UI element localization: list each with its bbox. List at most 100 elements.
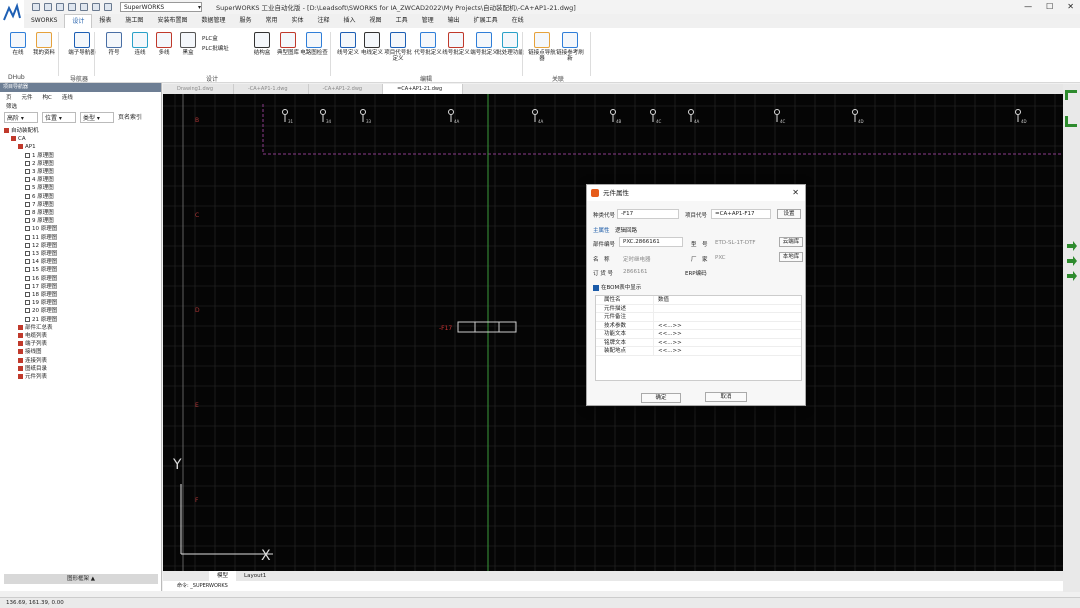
tab-1[interactable]: 设计 (64, 13, 93, 29)
props-row[interactable]: 元件描述 (596, 304, 801, 313)
ribbon-btn-20[interactable]: 链接参考刷新 (556, 32, 584, 62)
tab-0[interactable]: SWORKS (24, 14, 64, 28)
tree-item[interactable]: 19 原理图 (4, 299, 57, 307)
tree-item[interactable]: 16 原理图 (4, 275, 57, 283)
ribbon-btn-1[interactable]: 我的资料 (30, 32, 58, 56)
tree-item[interactable]: 3 原理图 (4, 168, 57, 176)
tab-10[interactable]: 插入 (337, 14, 363, 28)
open-icon[interactable] (44, 3, 52, 11)
tree-item[interactable]: 12 原理图 (4, 242, 57, 250)
tab-2[interactable]: 报表 (92, 14, 118, 28)
tree-item[interactable]: 部件汇总表 (4, 324, 57, 332)
cancel-button[interactable]: 取消 (705, 392, 747, 402)
bom-checkbox[interactable]: 在BOM表中显示 (593, 283, 641, 291)
ribbon-btn-3[interactable]: 符号 (100, 32, 128, 56)
props-row[interactable]: 功能文本 <<...>> (596, 330, 801, 339)
local-lib-button[interactable]: 本地库 (779, 252, 803, 262)
tab-7[interactable]: 常用 (258, 14, 284, 28)
tree-item[interactable]: CA (4, 135, 57, 143)
tree-item[interactable]: 6 原理图 (4, 193, 57, 201)
doc-tab-0[interactable]: Drawing1.dwg (163, 84, 234, 94)
tab-logic[interactable]: 逻辑回路 (615, 226, 637, 234)
tab-main[interactable]: 主属性 (593, 226, 610, 234)
ribbon-btn-15[interactable]: 代号批定义 (414, 32, 442, 56)
tab-13[interactable]: 管理 (415, 14, 441, 28)
nav-tab-0[interactable]: 页 (6, 93, 12, 101)
ribbon-btn-9[interactable]: 结构盒 (248, 32, 276, 56)
tree-item[interactable]: AP1 (4, 143, 57, 151)
props-row[interactable]: 装配地点 <<...>> (596, 347, 801, 356)
props-row[interactable]: 技术参数 <<...>> (596, 321, 801, 330)
tab-16[interactable]: 在线 (505, 14, 531, 28)
frame-button[interactable]: 图形框架 ▲ (4, 574, 158, 584)
tree-item[interactable]: 图纸目录 (4, 365, 57, 373)
layout-tab-1[interactable]: Layout1 (236, 571, 274, 581)
cloud-lib-button[interactable]: 云端库 (779, 237, 803, 247)
tree-item[interactable]: 5 原理图 (4, 184, 57, 192)
props-row[interactable]: 铭牌文本 <<...>> (596, 338, 801, 347)
command-line[interactable]: 命令: _SUPERWORKS (163, 581, 1063, 591)
ribbon-btn-11[interactable]: 电路图检查 (300, 32, 328, 56)
minimize-icon[interactable]: — (1024, 2, 1032, 11)
tab-5[interactable]: 数据管理 (194, 14, 232, 28)
tab-3[interactable]: 施工图 (118, 14, 150, 28)
ribbon-btn-13[interactable]: 电线定义 (358, 32, 386, 56)
ribbon-btn-14[interactable]: 项目代号批定义 (384, 32, 412, 62)
ribbon-btn-7[interactable]: PLC盒 (202, 34, 218, 42)
saveas-icon[interactable] (68, 3, 76, 11)
nav-select-1[interactable]: 位置 ▾ (42, 112, 76, 123)
tree-item[interactable]: 21 原理图 (4, 316, 57, 324)
tab-4[interactable]: 安装布置图 (150, 14, 194, 28)
print-icon[interactable] (80, 3, 88, 11)
tree-item[interactable]: 7 原理图 (4, 201, 57, 209)
tree-item[interactable]: 8 原理图 (4, 209, 57, 217)
ribbon-btn-17[interactable]: 端号批定义 (470, 32, 498, 56)
tree-item[interactable]: 电缆列表 (4, 332, 57, 340)
doc-tab-1[interactable]: -CA+AP1-1.dwg (234, 84, 309, 94)
new-icon[interactable] (32, 3, 40, 11)
tree-item[interactable]: 2 原理图 (4, 160, 57, 168)
doc-tab-3[interactable]: =CA+AP1-21.dwg (383, 84, 464, 94)
save-icon[interactable] (56, 3, 64, 11)
tree-item[interactable]: 1 原理图 (4, 152, 57, 160)
tree-item[interactable]: 13 原理图 (4, 250, 57, 258)
tree-item[interactable]: 4 原理图 (4, 176, 57, 184)
tree-item[interactable]: 15 原理图 (4, 266, 57, 274)
tree-item[interactable]: 元件列表 (4, 373, 57, 381)
ok-button[interactable]: 确定 (641, 393, 681, 403)
redo-icon[interactable] (104, 3, 112, 11)
tree-item[interactable]: 20 原理图 (4, 307, 57, 315)
tree-item[interactable]: 连接列表 (4, 357, 57, 365)
tab-9[interactable]: 注释 (311, 14, 337, 28)
setting-button[interactable]: 设置 (777, 209, 801, 219)
maximize-icon[interactable]: ☐ (1046, 2, 1053, 11)
undo-icon[interactable] (92, 3, 100, 11)
tab-11[interactable]: 视图 (363, 14, 389, 28)
ribbon-btn-2[interactable]: 端子导航器 (68, 32, 96, 56)
proj-input[interactable]: =CA+AP1-F17 (711, 209, 771, 219)
kind-input[interactable]: -F17 (617, 209, 679, 219)
tree-item[interactable]: 9 原理图 (4, 217, 57, 225)
tab-14[interactable]: 输出 (441, 14, 467, 28)
ribbon-btn-8[interactable]: PLC批编址 (202, 44, 229, 52)
props-row[interactable]: 元件备注 (596, 313, 801, 322)
close-icon[interactable]: ✕ (792, 185, 799, 201)
ribbon-btn-18[interactable]: 批处理功能 (496, 32, 524, 56)
ribbon-btn-10[interactable]: 典型图库 (274, 32, 302, 56)
tab-15[interactable]: 扩展工具 (467, 14, 505, 28)
layout-tab-0[interactable]: 模型 (209, 571, 237, 581)
ribbon-btn-16[interactable]: 线号批定义 (442, 32, 470, 56)
nav-select-0[interactable]: 高阶 ▾ (4, 112, 38, 123)
close-icon[interactable]: ✕ (1067, 2, 1074, 11)
workspace-select[interactable]: SuperWORKS ▾ (120, 2, 202, 12)
tree-item[interactable]: 自动装配机 (4, 127, 57, 135)
tab-12[interactable]: 工具 (389, 14, 415, 28)
tab-8[interactable]: 实体 (285, 14, 311, 28)
nav-select-2[interactable]: 类型 ▾ (80, 112, 114, 123)
ribbon-btn-19[interactable]: 链接点导航器 (528, 32, 556, 62)
tree-item[interactable]: 10 原理图 (4, 225, 57, 233)
nav-tab-1[interactable]: 元件 (22, 93, 33, 101)
tree-item[interactable]: 18 原理图 (4, 291, 57, 299)
tree-item[interactable]: 接线图 (4, 348, 57, 356)
nav-tab-3[interactable]: 连线 (62, 93, 73, 101)
